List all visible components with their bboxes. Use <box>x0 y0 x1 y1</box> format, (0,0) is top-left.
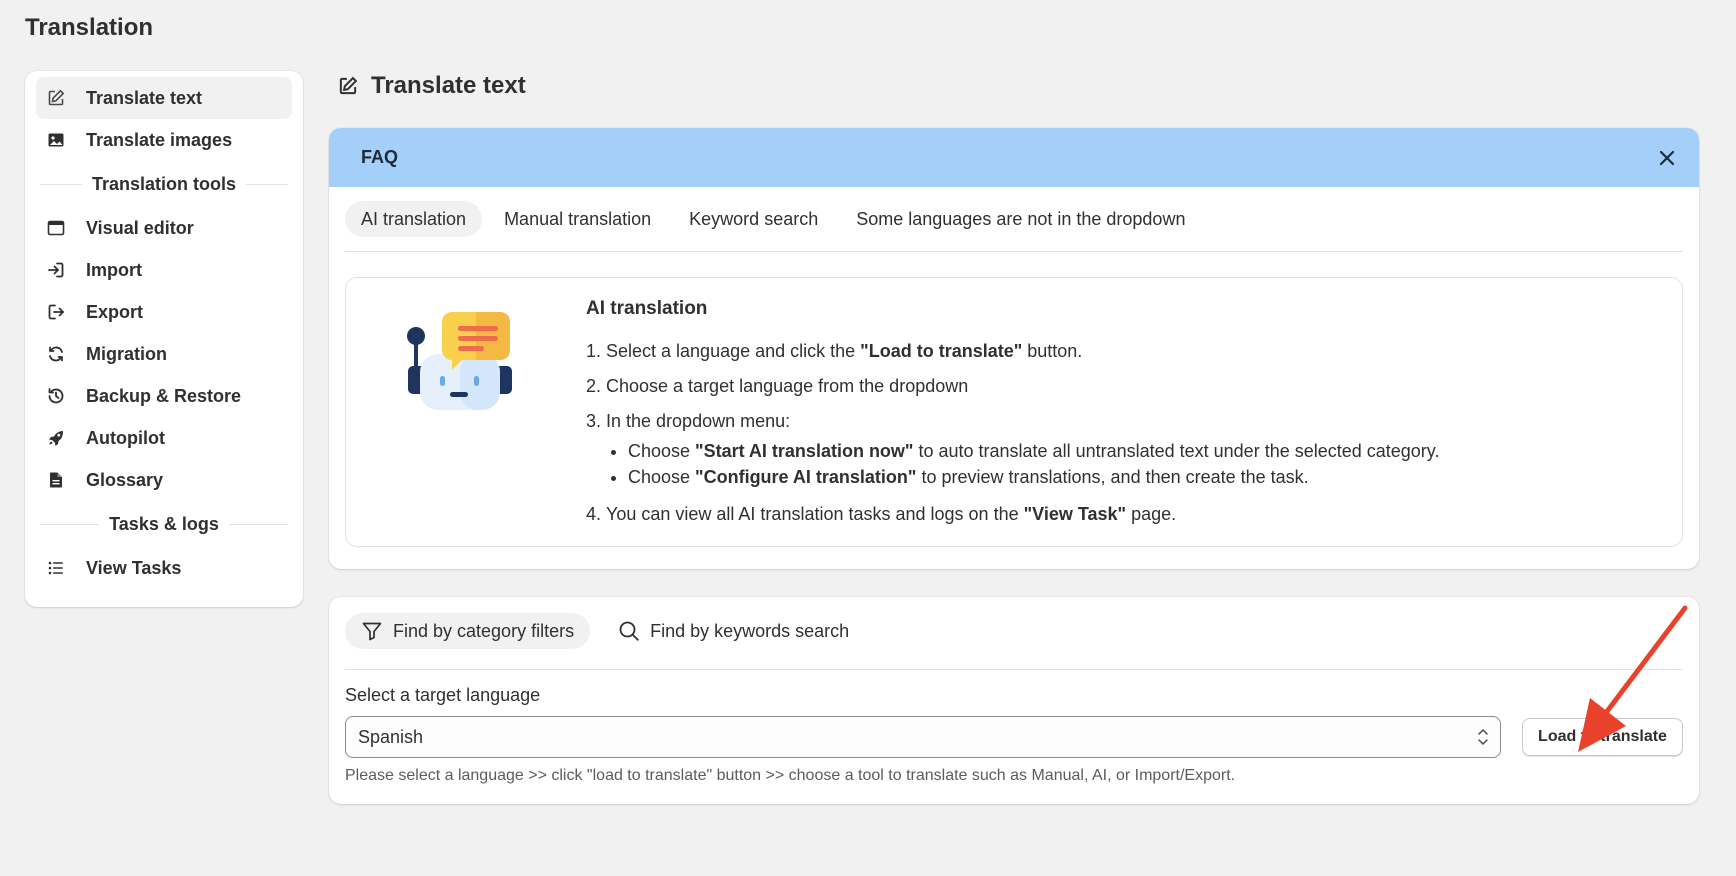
close-button[interactable] <box>1653 144 1681 172</box>
faq-steps: Select a language and click the "Load to… <box>566 340 1662 525</box>
sidebar-item-label: Translate images <box>86 129 233 150</box>
tab-ai-translation[interactable]: AI translation <box>345 201 483 237</box>
sidebar: Translate text Translate images Translat… <box>25 71 303 607</box>
tab-manual-translation[interactable]: Manual translation <box>488 201 667 237</box>
section-translation-tools: Translation tools <box>40 161 288 207</box>
main-title: Translate text <box>337 72 526 100</box>
sidebar-item-view-tasks[interactable]: View Tasks <box>36 547 292 589</box>
faq-step-3: In the dropdown menu: Choose "Start AI t… <box>606 410 1662 490</box>
list-icon <box>46 558 66 578</box>
rocket-icon <box>46 428 66 448</box>
section-title: Tasks & logs <box>109 513 219 534</box>
image-icon <box>46 130 66 150</box>
tab-label: Find by category filters <box>393 620 575 641</box>
faq-tabs: AI translation Manual translation Keywor… <box>345 201 1683 237</box>
sidebar-item-label: Export <box>86 301 144 322</box>
browser-window-icon <box>46 218 66 238</box>
sidebar-item-label: Glossary <box>86 469 164 490</box>
faq-content-title: AI translation <box>586 298 708 319</box>
edit-icon <box>46 88 66 108</box>
sidebar-item-label: Autopilot <box>86 427 165 448</box>
history-icon <box>46 386 66 406</box>
search-icon <box>619 621 639 641</box>
robot-illustration-icon <box>407 312 512 410</box>
import-icon <box>46 260 66 280</box>
language-label: Select a target language <box>345 685 541 705</box>
tab-keyword-search[interactable]: Keyword search <box>673 201 834 237</box>
divider <box>345 251 1683 252</box>
faq-header: FAQ <box>329 128 1699 187</box>
load-to-translate-button[interactable]: Load to translate <box>1522 718 1683 756</box>
chevron-up-down-icon <box>1478 729 1488 745</box>
export-icon <box>46 302 66 322</box>
help-text: Please select a language >> click "load … <box>345 767 1236 784</box>
language-select-value: Spanish <box>358 726 424 747</box>
filter-tabs: Find by category filters Find by keyword… <box>345 613 1683 649</box>
edit-icon <box>337 75 359 97</box>
sidebar-item-import[interactable]: Import <box>36 249 292 291</box>
sidebar-item-translate-images[interactable]: Translate images <box>36 119 292 161</box>
sidebar-item-label: Visual editor <box>86 217 194 238</box>
sidebar-item-autopilot[interactable]: Autopilot <box>36 417 292 459</box>
sidebar-item-label: Backup & Restore <box>86 385 242 406</box>
refresh-icon <box>46 344 66 364</box>
page-title: Translation <box>25 14 154 41</box>
sidebar-item-migration[interactable]: Migration <box>36 333 292 375</box>
faq-content-panel: AI translation Select a language and cli… <box>345 277 1683 547</box>
faq-card: FAQ AI translation Manual translation Ke… <box>329 128 1699 569</box>
sidebar-item-label: Migration <box>86 343 167 364</box>
faq-content: AI translation Select a language and cli… <box>566 294 1662 538</box>
main-title-text: Translate text <box>371 72 526 99</box>
language-select[interactable]: Spanish <box>345 716 1501 758</box>
sidebar-item-glossary[interactable]: Glossary <box>36 459 292 501</box>
close-icon <box>1659 150 1675 165</box>
sidebar-item-label: View Tasks <box>86 557 182 578</box>
faq-header-title: FAQ <box>361 147 399 167</box>
tab-category-filters[interactable]: Find by category filters <box>345 613 591 649</box>
sidebar-item-visual-editor[interactable]: Visual editor <box>36 207 292 249</box>
section-tasks-logs: Tasks & logs <box>40 501 288 547</box>
faq-step-2: Choose a target language from the dropdo… <box>606 375 1662 397</box>
sidebar-item-export[interactable]: Export <box>36 291 292 333</box>
sidebar-item-backup-restore[interactable]: Backup & Restore <box>36 375 292 417</box>
sidebar-item-label: Import <box>86 259 142 280</box>
sidebar-item-label: Translate text <box>86 87 203 108</box>
sidebar-item-translate-text[interactable]: Translate text <box>36 77 292 119</box>
filter-icon <box>362 622 382 641</box>
tab-languages-missing[interactable]: Some languages are not in the dropdown <box>840 201 1201 237</box>
divider <box>345 669 1683 670</box>
tab-keywords-search[interactable]: Find by keywords search <box>602 613 865 649</box>
filter-card: Find by category filters Find by keyword… <box>329 597 1699 804</box>
faq-step-1: Select a language and click the "Load to… <box>606 340 1662 362</box>
document-icon <box>46 470 66 490</box>
faq-step-4: You can view all AI translation tasks an… <box>606 503 1662 525</box>
faq-step-3a: Choose "Start AI translation now" to aut… <box>628 438 1662 464</box>
section-title: Translation tools <box>91 173 237 194</box>
faq-step-3b: Choose "Configure AI translation" to pre… <box>628 464 1662 490</box>
tab-label: Find by keywords search <box>650 620 850 641</box>
